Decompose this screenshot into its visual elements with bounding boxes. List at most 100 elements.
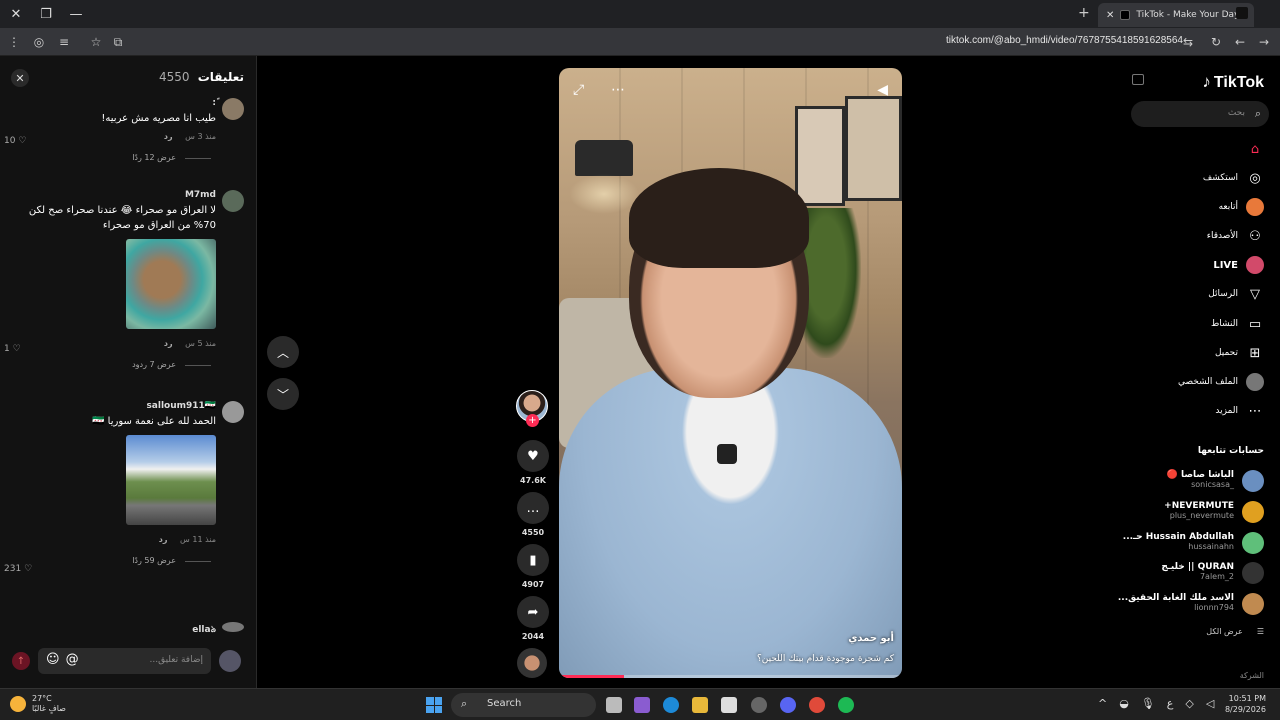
avatar[interactable] xyxy=(219,650,241,672)
language-icon[interactable]: ع xyxy=(1167,697,1174,710)
wifi-icon[interactable]: ◇ xyxy=(1185,697,1193,710)
video-progress-bar[interactable] xyxy=(559,675,902,678)
task-view-icon[interactable] xyxy=(606,697,622,713)
comment-user[interactable]: ً: xyxy=(4,98,216,108)
forward-icon[interactable]: ← xyxy=(1232,34,1248,50)
next-video-button[interactable]: ﹀ xyxy=(267,378,299,410)
discord-icon[interactable] xyxy=(780,697,796,713)
widgets-icon[interactable] xyxy=(634,697,650,713)
heart-icon[interactable]: ♡ xyxy=(24,564,32,574)
store-icon[interactable] xyxy=(721,697,737,713)
window-restore-icon[interactable]: ❐ xyxy=(36,4,56,24)
comment-user[interactable]: M7md xyxy=(4,190,216,200)
search-icon[interactable]: ⌕ xyxy=(1255,107,1261,121)
weather-widget[interactable]: 27°C صافٍ غالبًا xyxy=(10,694,66,714)
file-explorer-icon[interactable] xyxy=(692,697,708,713)
chrome-icon[interactable] xyxy=(809,697,825,713)
site-settings-icon[interactable]: ⇆ xyxy=(1180,34,1196,50)
share-button[interactable]: ➦ xyxy=(517,596,549,628)
extension-icon[interactable]: ◎ xyxy=(31,34,47,50)
avatar[interactable] xyxy=(222,622,244,632)
heart-icon[interactable]: ♡ xyxy=(18,136,26,146)
view-replies-button[interactable]: عرض 12 ردًا xyxy=(4,153,216,162)
start-button[interactable] xyxy=(426,697,442,713)
heart-icon[interactable]: ♡ xyxy=(13,344,21,354)
tiktok-logo[interactable]: ♪ TikTok xyxy=(1202,72,1264,92)
video-caption: كم شجرة موجودة قدام بيتك اللحين؟ xyxy=(756,654,894,664)
post-comment-button[interactable]: ↑ xyxy=(12,652,30,670)
comment-image[interactable] xyxy=(126,435,216,525)
following-account[interactable]: الاسد ملك الغابة الحقيق... lionnn794 xyxy=(1114,593,1264,615)
following-account[interactable]: Hussain Abdullah حـ... hussainahn xyxy=(1114,532,1264,554)
spotify-icon[interactable] xyxy=(838,697,854,713)
search-input[interactable]: ⌕ بحث xyxy=(1131,101,1269,127)
network-icon[interactable]: ◒ xyxy=(1119,697,1129,710)
collapse-sidebar-icon[interactable] xyxy=(1132,74,1144,85)
comment-likes[interactable]: 10 ♡ xyxy=(4,136,26,146)
taskbar-search[interactable]: ⌕ Search xyxy=(451,693,596,717)
previous-video-button[interactable]: ︿ xyxy=(267,336,299,368)
window-close-icon[interactable]: ✕ xyxy=(6,4,26,24)
volume-icon[interactable]: ◀ xyxy=(877,82,888,98)
see-all-button[interactable]: ☰ عرض الكل xyxy=(1206,627,1264,636)
window-minimize-icon[interactable]: — xyxy=(66,4,86,24)
bookmark-star-icon[interactable]: ☆ xyxy=(88,34,104,50)
video-author[interactable]: أبو حمدي xyxy=(848,633,894,644)
comment-user[interactable]: salloum911🇸🇾 xyxy=(4,401,216,411)
reload-icon[interactable]: ↻ xyxy=(1208,34,1224,50)
reply-button[interactable]: رد xyxy=(164,339,173,348)
reading-list-icon[interactable]: ≡ xyxy=(56,34,72,50)
sidebar-item-more[interactable]: ⋯ المزيد xyxy=(1215,402,1264,420)
view-replies-button[interactable]: عرض 7 ردود xyxy=(4,360,216,369)
sidebar-item-explore[interactable]: ◎ استكشف xyxy=(1203,169,1264,187)
comment-item: M7md لا العراق مو صحراء 😂 عندنا صحراء صح… xyxy=(4,190,244,369)
follow-plus-icon[interactable]: + xyxy=(526,414,539,427)
avatar[interactable] xyxy=(222,98,244,120)
reply-button[interactable]: رد xyxy=(164,132,173,141)
sidebar-item-home[interactable]: ⌂ xyxy=(1238,140,1264,158)
music-disc-icon[interactable] xyxy=(517,648,547,678)
chevron-up-icon[interactable]: ^ xyxy=(1098,697,1107,710)
menu-icon[interactable]: ⋮ xyxy=(6,34,22,50)
expand-icon[interactable]: ⤢ xyxy=(573,82,584,98)
microphone-icon[interactable]: 🎙 xyxy=(1141,697,1155,710)
avatar[interactable] xyxy=(222,190,244,212)
emoji-icon[interactable]: ☺ xyxy=(46,652,60,667)
translate-icon[interactable]: ⧉ xyxy=(110,34,126,50)
view-replies-button[interactable]: عرض 59 ردًا xyxy=(4,556,216,565)
tab-close-icon[interactable]: ✕ xyxy=(1106,10,1114,21)
address-bar[interactable]: tiktok.com/@abo_hmdi/video/7678755418591… xyxy=(946,35,1183,46)
browser-tab[interactable]: ✕ TikTok - Make Your Day xyxy=(1098,3,1254,27)
clock[interactable]: 10:51 PM 8/29/2026 xyxy=(1225,693,1266,715)
sidebar-item-upload[interactable]: ⊞ تحميل xyxy=(1215,344,1264,362)
sidebar-item-live[interactable]: LIVE xyxy=(1213,256,1264,274)
reply-button[interactable]: رد xyxy=(159,535,168,544)
profile-icon xyxy=(1246,373,1264,391)
edge-icon[interactable] xyxy=(663,697,679,713)
comment-image[interactable] xyxy=(126,239,216,329)
sidebar-item-friends[interactable]: ⚇ الأصدقاء xyxy=(1207,227,1264,245)
following-account[interactable]: الباشا صاصا 🔴 _sonicsasa xyxy=(1114,470,1264,492)
sidebar-item-profile[interactable]: الملف الشخصي xyxy=(1178,373,1264,391)
sidebar-item-following[interactable]: أتابعه xyxy=(1219,198,1264,216)
back-icon[interactable]: → xyxy=(1256,34,1272,50)
following-account[interactable]: NEVERMUTE+ plus_nevermute xyxy=(1114,501,1264,523)
like-button[interactable]: ♥ xyxy=(517,440,549,472)
sidebar-item-activity[interactable]: ▭ النشاط xyxy=(1211,315,1264,333)
sidebar-item-messages[interactable]: ▽ الرسائل xyxy=(1208,285,1264,303)
comment-likes[interactable]: 231 ♡ xyxy=(4,564,32,574)
new-tab-icon[interactable]: + xyxy=(1078,5,1090,21)
mention-icon[interactable]: @ xyxy=(66,652,79,667)
app-icon[interactable] xyxy=(751,697,767,713)
volume-icon[interactable]: ◁ xyxy=(1206,697,1214,710)
close-comments-icon[interactable]: ✕ xyxy=(11,69,29,87)
save-button[interactable]: ▮ xyxy=(517,544,549,576)
comment-likes[interactable]: 1 ♡ xyxy=(4,344,21,354)
comment-button[interactable]: … xyxy=(517,492,549,524)
video-player[interactable]: ⤢ ⋯ ◀ أبو حمدي كم شجرة موجودة قدام بيتك … xyxy=(559,68,902,678)
avatar[interactable] xyxy=(222,401,244,423)
following-account[interactable]: QURAN || خليـج 7alem_2 xyxy=(1114,562,1264,584)
company-link[interactable]: الشركة xyxy=(1240,671,1264,680)
more-options-icon[interactable]: ⋯ xyxy=(611,82,625,98)
comment-user[interactable]: ellaঌ xyxy=(4,622,216,637)
